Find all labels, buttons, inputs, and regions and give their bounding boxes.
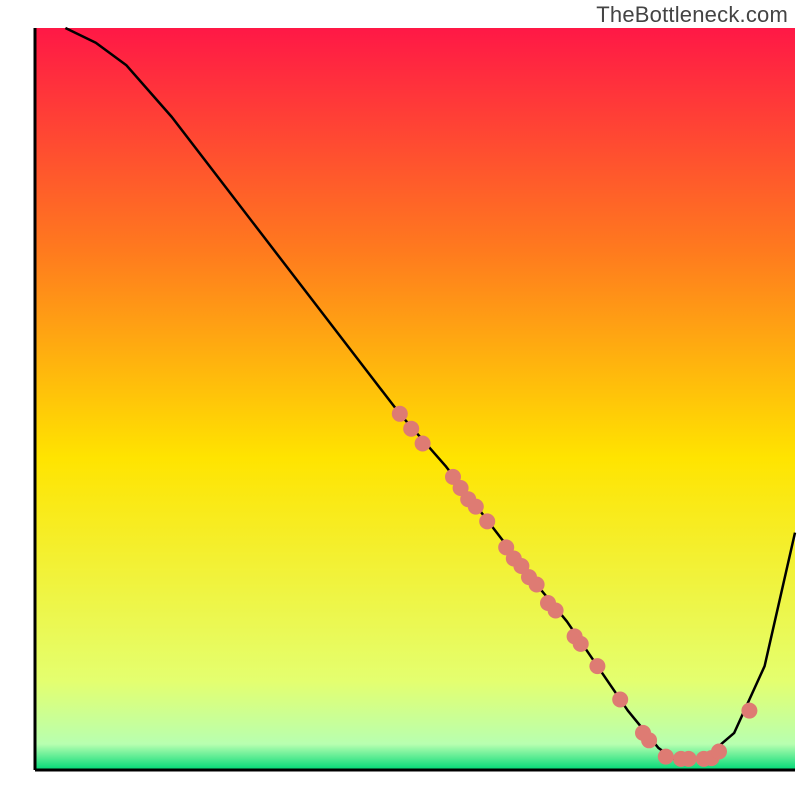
data-marker: [711, 744, 727, 760]
watermark-text: TheBottleneck.com: [596, 2, 788, 28]
data-marker: [468, 499, 484, 515]
data-marker: [589, 658, 605, 674]
data-marker: [548, 603, 564, 619]
data-marker: [479, 513, 495, 529]
data-marker: [415, 436, 431, 452]
data-marker: [681, 751, 697, 767]
chart-container: TheBottleneck.com: [0, 0, 800, 800]
plot-background: [35, 28, 795, 770]
data-marker: [641, 732, 657, 748]
data-marker: [529, 577, 545, 593]
data-marker: [403, 421, 419, 437]
data-marker: [573, 636, 589, 652]
data-marker: [741, 703, 757, 719]
bottleneck-chart: [0, 0, 800, 800]
data-marker: [658, 749, 674, 765]
data-marker: [392, 406, 408, 422]
data-marker: [612, 692, 628, 708]
